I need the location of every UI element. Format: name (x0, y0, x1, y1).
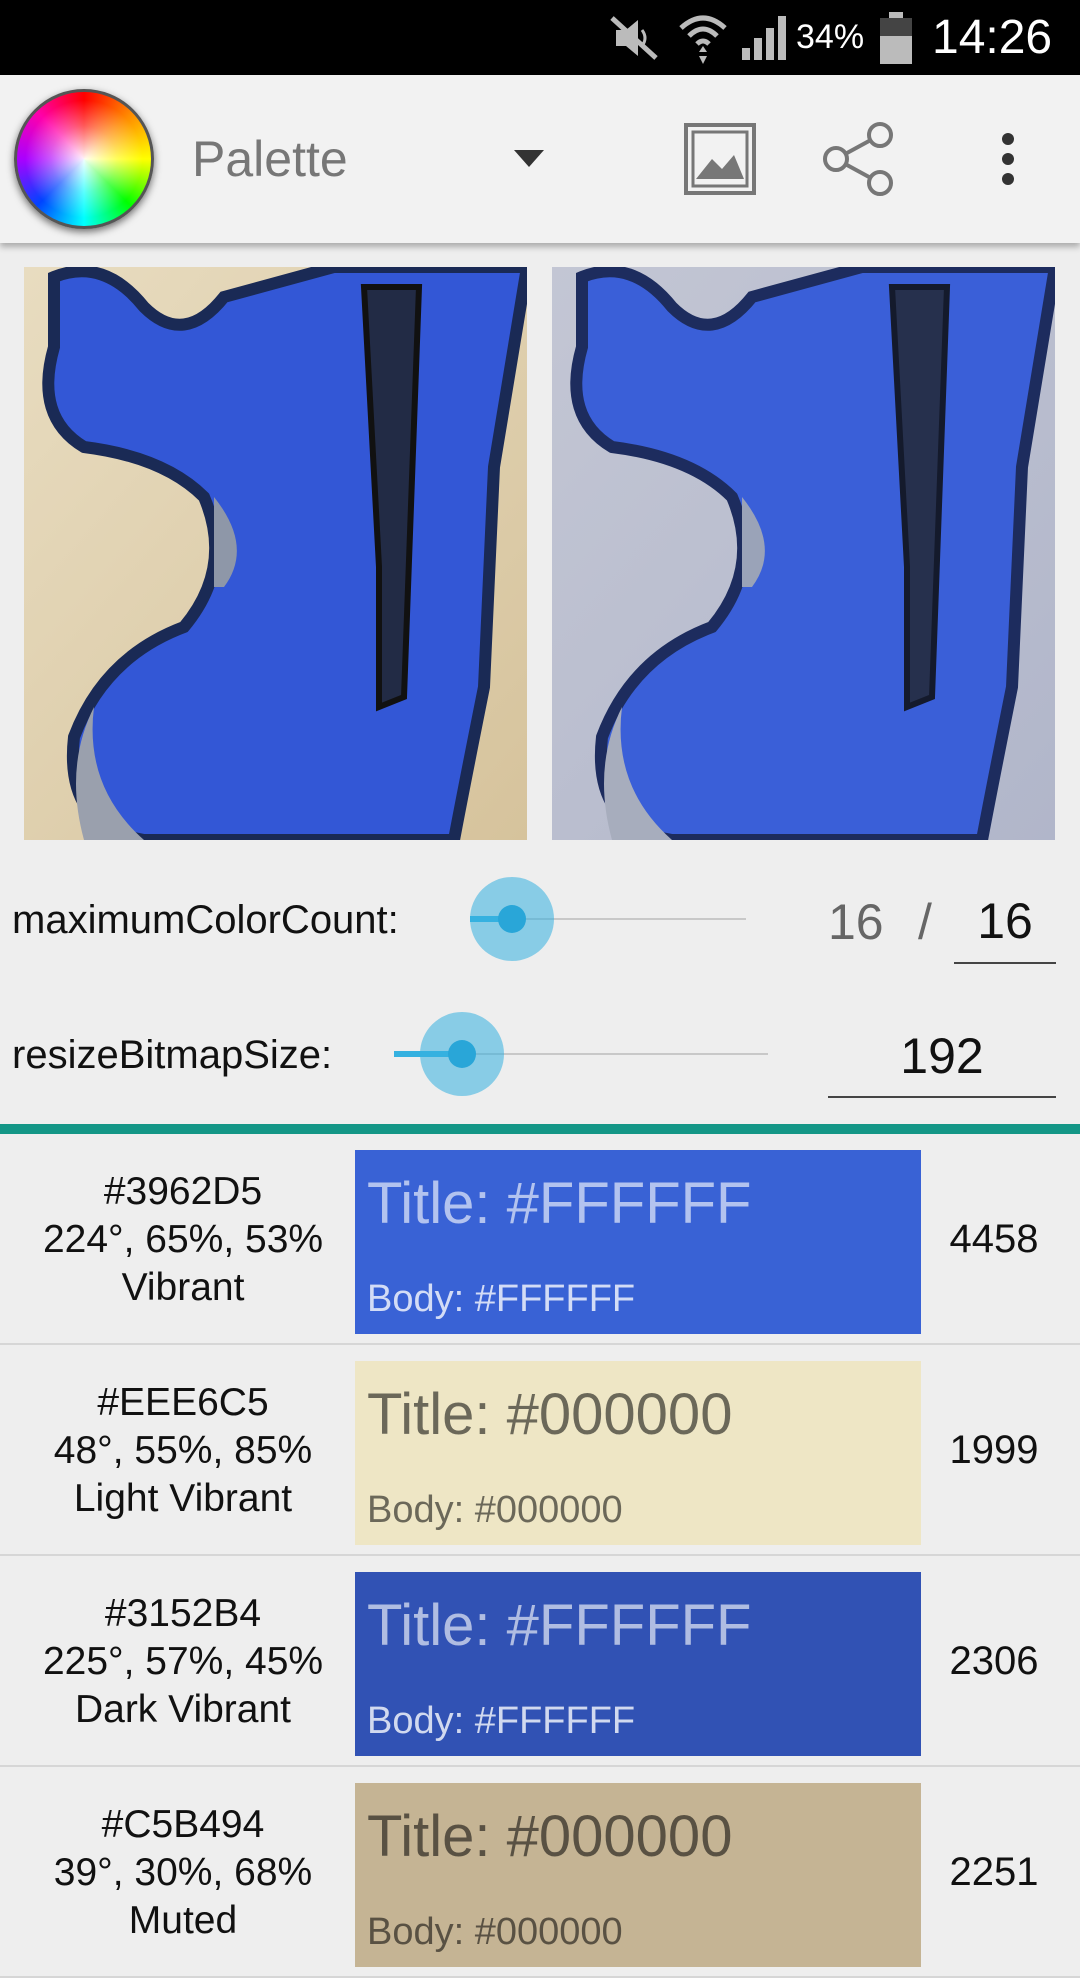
swatch-hsl: 39°, 30%, 68% (53, 1850, 313, 1894)
swatch-info: #3962D5 224°, 65%, 53% Vibrant (0, 1134, 366, 1345)
swatch-population: 1999 (949, 1428, 1039, 1472)
swatch-row[interactable]: #3962D5 224°, 65%, 53% Vibrant Title: #F… (0, 1134, 1080, 1345)
battery-percent: 34% (796, 18, 865, 56)
clock: 14:26 (932, 11, 1053, 64)
swatch-info: #EEE6C5 48°, 55%, 85% Light Vibrant (0, 1345, 366, 1556)
dropdown-arrow-icon[interactable] (514, 150, 544, 167)
swatch-hex: #3152B4 (104, 1591, 262, 1635)
resize-bitmap-thumb-core[interactable] (448, 1040, 476, 1068)
swatch-hsl: 225°, 57%, 45% (42, 1639, 324, 1683)
processed-photo (552, 267, 1055, 840)
swatch-title-text: Title: #000000 (367, 1382, 733, 1447)
swatch-title-text: Title: #FFFFFF (367, 1593, 752, 1658)
swatch-hex: #EEE6C5 (97, 1380, 269, 1424)
max-color-count-thumb-core[interactable] (498, 905, 526, 933)
signal-icon (740, 0, 790, 75)
swatch-info: #C5B494 39°, 30%, 68% Muted (0, 1767, 366, 1978)
swatch-info: #3152B4 225°, 57%, 45% Dark Vibrant (0, 1556, 366, 1767)
swatch-body-text: Body: #FFFFFF (367, 1278, 636, 1320)
swatch-color-box: Title: #000000 Body: #000000 (355, 1783, 921, 1967)
swatch-body-text: Body: #000000 (367, 1911, 623, 1953)
swatch-row[interactable]: #3152B4 225°, 57%, 45% Dark Vibrant Titl… (0, 1556, 1080, 1767)
swatch-hex: #C5B494 (101, 1802, 265, 1846)
swatch-hsl: 48°, 55%, 85% (53, 1428, 313, 1472)
swatch-row[interactable]: #C5B494 39°, 30%, 68% Muted Title: #0000… (0, 1767, 1080, 1978)
swatch-hex: #3962D5 (103, 1169, 263, 1213)
overflow-menu-icon[interactable] (968, 119, 1048, 199)
swatch-population: 4458 (949, 1217, 1039, 1261)
swatch-population: 2306 (949, 1639, 1039, 1683)
battery-icon (878, 0, 914, 75)
share-icon[interactable] (818, 119, 898, 199)
resize-bitmap-label: resizeBitmapSize: (12, 1033, 333, 1077)
image-icon[interactable] (680, 119, 760, 199)
swatch-population: 2251 (949, 1850, 1039, 1894)
mute-icon (608, 0, 660, 75)
swatch-list: #3962D5 224°, 65%, 53% Vibrant Title: #F… (0, 1134, 1080, 1978)
swatch-row[interactable]: #EEE6C5 48°, 55%, 85% Light Vibrant Titl… (0, 1345, 1080, 1556)
wifi-icon (678, 0, 728, 75)
swatch-name: Dark Vibrant (74, 1687, 292, 1731)
count-separator: / (918, 894, 932, 950)
swatch-color-box: Title: #000000 Body: #000000 (355, 1361, 921, 1545)
swatch-name: Muted (128, 1898, 238, 1942)
max-color-count-current: 16 (828, 894, 884, 950)
app-title-spinner[interactable]: Palette (192, 75, 348, 243)
swatch-color-box: Title: #FFFFFF Body: #FFFFFF (355, 1150, 921, 1334)
swatch-title-text: Title: #000000 (367, 1804, 733, 1869)
section-divider (0, 1124, 1080, 1134)
max-color-count-label: maximumColorCount: (12, 898, 399, 942)
swatch-name: Light Vibrant (73, 1476, 293, 1520)
swatch-title-text: Title: #FFFFFF (367, 1171, 752, 1236)
swatch-body-text: Body: #000000 (367, 1489, 623, 1531)
color-wheel-icon[interactable] (14, 89, 154, 229)
original-photo (24, 267, 527, 840)
swatch-color-box: Title: #FFFFFF Body: #FFFFFF (355, 1572, 921, 1756)
action-bar: Palette (0, 75, 1080, 243)
swatch-body-text: Body: #FFFFFF (367, 1700, 636, 1742)
resize-bitmap-input[interactable]: 192 (828, 1026, 1056, 1098)
status-bar: 34% 14:26 (0, 0, 1080, 75)
swatch-name: Vibrant (121, 1265, 245, 1309)
swatch-hsl: 224°, 65%, 53% (42, 1217, 324, 1261)
max-color-count-input[interactable]: 16 (954, 890, 1056, 964)
